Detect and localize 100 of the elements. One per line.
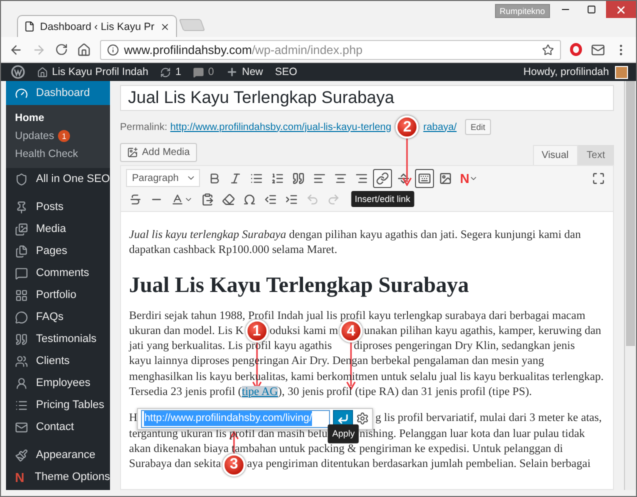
- body-text: oduksi kami m: [270, 324, 338, 337]
- edit-button[interactable]: Edit: [464, 119, 492, 135]
- callout-number: 2: [396, 116, 419, 138]
- italic-icon: [229, 172, 242, 184]
- mail-icon[interactable]: [591, 42, 605, 56]
- strikethrough-icon: [129, 192, 142, 206]
- menu-item[interactable]: Clients: [6, 350, 110, 372]
- plus-icon: [226, 66, 238, 78]
- star-icon[interactable]: [542, 44, 554, 56]
- site-link[interactable]: Lis Kayu Profil Indah: [37, 66, 148, 78]
- close-icon[interactable]: [160, 22, 170, 32]
- body-text: Tersedia 23 jenis profil (: [129, 386, 242, 398]
- format-select[interactable]: Paragraph: [126, 169, 200, 187]
- expand-icon: [592, 172, 605, 184]
- undo-icon: [306, 192, 319, 206]
- letter-icon: N: [15, 470, 27, 484]
- menu-item[interactable]: Pricing Tables: [6, 394, 110, 416]
- keyboard-button[interactable]: [415, 168, 434, 188]
- align-right-icon: [355, 172, 368, 184]
- body-text: g lis profil bervariatif, mulai dari 3 meter ke atas,: [375, 412, 602, 424]
- close-icon: [615, 4, 627, 16]
- avatar[interactable]: [615, 66, 628, 78]
- add-media-button[interactable]: Add Media: [120, 143, 197, 162]
- menu-item[interactable]: N Theme Options: [6, 466, 110, 488]
- redo-icon: [327, 192, 340, 206]
- quote-icon: [292, 172, 305, 184]
- ring-icon[interactable]: [570, 43, 582, 56]
- bullet-list-icon: [250, 172, 263, 184]
- count-badge: 1: [58, 130, 70, 142]
- settings-icon[interactable]: [356, 412, 370, 426]
- submenu-item[interactable]: Updates 1: [6, 127, 110, 145]
- menu-item[interactable]: Appearance: [6, 444, 110, 466]
- body-text: unakan pilihan kayu agathis, kamper, keruwing dan: [364, 324, 602, 337]
- submenu-item[interactable]: Health Check: [6, 145, 110, 163]
- content-heading: Jual Lis Kayu Terlengkap Surabaya: [129, 270, 470, 299]
- paintbrush-icon: [15, 448, 28, 462]
- gauge-icon: [15, 86, 28, 100]
- user-icon: [15, 376, 28, 390]
- menu-item[interactable]: Dashboard: [6, 81, 110, 105]
- menu-item[interactable]: Testimonials: [6, 328, 110, 350]
- quote-icon: [15, 332, 28, 346]
- omega-icon: [243, 192, 256, 206]
- reload-icon[interactable]: [55, 43, 68, 56]
- browser-tab[interactable]: Dashboard ‹ Lis Kayu Pr: [17, 15, 177, 37]
- comments-link[interactable]: 0: [193, 66, 214, 78]
- keyboard-icon: [418, 172, 431, 184]
- back-icon[interactable]: [9, 42, 23, 56]
- editor-tab[interactable]: Text: [578, 145, 614, 165]
- images-icon: [15, 222, 28, 236]
- maximize-icon: [586, 5, 596, 14]
- permalink-link[interactable]: http://www.profilindahsby.com/jual-lis-kayu-terleng: [170, 122, 392, 132]
- permalink-label: Permalink:: [120, 122, 168, 132]
- users-icon: [15, 354, 28, 368]
- logo-icon[interactable]: [11, 65, 25, 79]
- tooltip: Insert/edit link: [350, 190, 414, 206]
- new-link[interactable]: New: [226, 66, 264, 78]
- menu-item[interactable]: Comments: [6, 262, 110, 284]
- eraser-icon: [222, 192, 235, 206]
- seo-link[interactable]: SEO: [275, 66, 298, 78]
- pointer-arrow: [402, 138, 412, 186]
- menu-item[interactable]: Posts: [6, 196, 110, 218]
- editor-tab[interactable]: Visual: [532, 145, 578, 165]
- body-text: Surabaya dan sekita: [129, 458, 221, 470]
- pin-icon: [15, 200, 28, 214]
- home-icon: [37, 66, 48, 78]
- body-text: ukuran dan model. Lis K: [129, 324, 244, 337]
- permalink-link[interactable]: rabaya/: [423, 122, 457, 132]
- updates-link[interactable]: 1: [160, 66, 182, 78]
- info-icon[interactable]: [107, 44, 119, 56]
- body-text: H: [129, 412, 138, 424]
- indent-icon: [285, 192, 298, 206]
- mail-icon: [15, 420, 28, 434]
- align-center-icon: [334, 172, 347, 184]
- separator-icon: [397, 172, 410, 184]
- page-icon: [24, 21, 35, 32]
- plugin-button[interactable]: N: [457, 168, 482, 188]
- comment-icon: [193, 66, 204, 78]
- image-icon: [439, 172, 452, 184]
- greeting[interactable]: Howdy, profilindah: [523, 66, 609, 78]
- link-icon: [376, 172, 389, 184]
- title-input-field[interactable]: Jual Lis Kayu Terlengkap Surabaya: [120, 85, 614, 111]
- text-color-icon: [171, 192, 184, 206]
- intro-paragraph: Jual lis kayu terlengkap Surabaya dengan pilihan kayu agathis dan jati. Segera kunjungi kami dan dapatkan cashback Rp100.000 selama Maret.: [129, 228, 582, 258]
- menu-item[interactable]: Contact: [6, 416, 110, 438]
- chat-bubble-icon: [15, 310, 28, 324]
- submenu-item[interactable]: Home: [6, 109, 110, 127]
- refresh-icon: [160, 66, 172, 78]
- menu-item[interactable]: All in One SEO: [6, 168, 110, 190]
- home-icon[interactable]: [77, 42, 91, 56]
- close-button[interactable]: [606, 1, 636, 18]
- outdent-icon: [264, 192, 277, 206]
- address-bar[interactable]: www.profilindahsby.com/wp-admin/index.php: [100, 40, 561, 60]
- menu-item[interactable]: Media: [6, 218, 110, 240]
- menu-item[interactable]: Portfolio: [6, 284, 110, 306]
- menu-item[interactable]: FAQs: [6, 306, 110, 328]
- bold-icon: [208, 172, 221, 184]
- enter-icon: [337, 412, 350, 425]
- menu-item[interactable]: Employees: [6, 372, 110, 394]
- scrollbar[interactable]: [624, 81, 636, 490]
- menu-item[interactable]: Pages: [6, 240, 110, 262]
